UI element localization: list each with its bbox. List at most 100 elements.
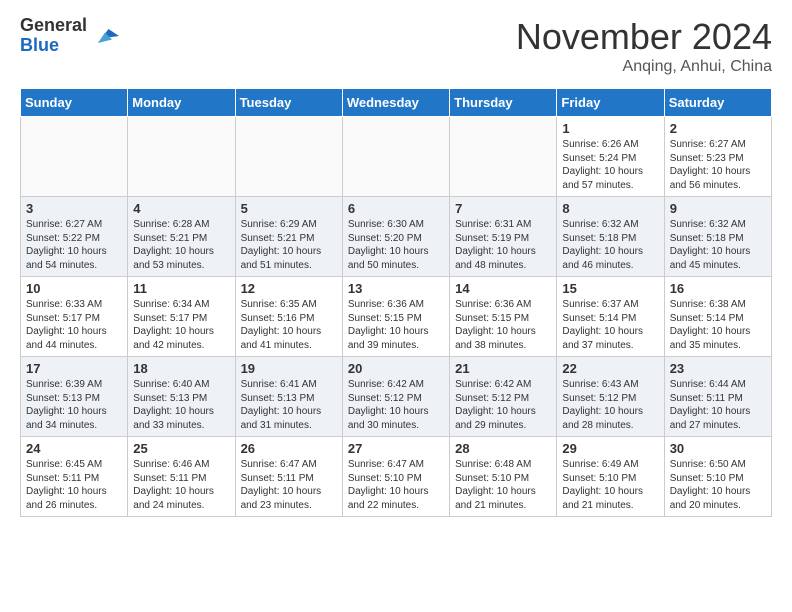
calendar-week-row: 24 Sunrise: 6:45 AM Sunset: 5:11 PM Dayli… xyxy=(21,437,772,517)
day-info: Sunrise: 6:30 AM Sunset: 5:20 PM Dayligh… xyxy=(348,218,444,272)
calendar-cell: 17 Sunrise: 6:39 AM Sunset: 5:13 PM Dayli… xyxy=(21,357,128,437)
col-monday: Monday xyxy=(128,89,235,117)
day-info: Sunrise: 6:27 AM Sunset: 5:23 PM Dayligh… xyxy=(670,138,766,192)
day-info: Sunrise: 6:39 AM Sunset: 5:13 PM Dayligh… xyxy=(26,378,122,432)
day-info: Sunrise: 6:32 AM Sunset: 5:18 PM Dayligh… xyxy=(670,218,766,272)
day-info: Sunrise: 6:40 AM Sunset: 5:13 PM Dayligh… xyxy=(133,378,229,432)
calendar-cell: 16Sunrise: 6:38 AM Sunset: 5:14 PM Dayli… xyxy=(664,277,771,357)
logo-bird-icon xyxy=(91,22,119,50)
calendar-cell: 2 Sunrise: 6:27 AM Sunset: 5:23 PM Daylig… xyxy=(664,117,771,197)
day-info: Sunrise: 6:33 AM Sunset: 5:17 PM Dayligh… xyxy=(26,298,122,352)
calendar-cell: 15Sunrise: 6:37 AM Sunset: 5:14 PM Dayli… xyxy=(557,277,664,357)
calendar-cell: 1 Sunrise: 6:26 AM Sunset: 5:24 PM Daylig… xyxy=(557,117,664,197)
calendar-cell: 19Sunrise: 6:41 AM Sunset: 5:13 PM Dayli… xyxy=(235,357,342,437)
col-sunday: Sunday xyxy=(21,89,128,117)
day-number: 29 xyxy=(562,441,658,456)
day-number: 1 xyxy=(562,121,658,136)
day-number: 22 xyxy=(562,361,658,376)
header: General Blue November 2024 Anqing, Anhui… xyxy=(20,16,772,76)
calendar-cell: 27 Sunrise: 6:47 AM Sunset: 5:10 PM Dayli… xyxy=(342,437,449,517)
calendar-cell: 3 Sunrise: 6:27 AM Sunset: 5:22 PM Daylig… xyxy=(21,197,128,277)
day-info: Sunrise: 6:50 AM Sunset: 5:10 PM Dayligh… xyxy=(670,458,766,512)
day-info: Sunrise: 6:48 AM Sunset: 5:10 PM Dayligh… xyxy=(455,458,551,512)
calendar-header-row: Sunday Monday Tuesday Wednesday Thursday… xyxy=(21,89,772,117)
day-info: Sunrise: 6:32 AM Sunset: 5:18 PM Dayligh… xyxy=(562,218,658,272)
day-info: Sunrise: 6:27 AM Sunset: 5:22 PM Dayligh… xyxy=(26,218,122,272)
calendar-cell: 20Sunrise: 6:42 AM Sunset: 5:12 PM Dayli… xyxy=(342,357,449,437)
day-number: 6 xyxy=(348,201,444,216)
day-number: 5 xyxy=(241,201,337,216)
calendar-cell: 21Sunrise: 6:42 AM Sunset: 5:12 PM Dayli… xyxy=(450,357,557,437)
calendar-cell xyxy=(21,117,128,197)
day-info: Sunrise: 6:41 AM Sunset: 5:13 PM Dayligh… xyxy=(241,378,337,432)
calendar-cell: 6 Sunrise: 6:30 AM Sunset: 5:20 PM Daylig… xyxy=(342,197,449,277)
day-info: Sunrise: 6:45 AM Sunset: 5:11 PM Dayligh… xyxy=(26,458,122,512)
day-info: Sunrise: 6:42 AM Sunset: 5:12 PM Dayligh… xyxy=(455,378,551,432)
logo-general: General xyxy=(20,16,87,36)
calendar-week-row: 3 Sunrise: 6:27 AM Sunset: 5:22 PM Daylig… xyxy=(21,197,772,277)
calendar-cell: 9 Sunrise: 6:32 AM Sunset: 5:18 PM Daylig… xyxy=(664,197,771,277)
day-number: 17 xyxy=(26,361,122,376)
calendar-cell: 10 Sunrise: 6:33 AM Sunset: 5:17 PM Dayli… xyxy=(21,277,128,357)
logo-text: General Blue xyxy=(20,16,87,56)
calendar-cell: 7 Sunrise: 6:31 AM Sunset: 5:19 PM Daylig… xyxy=(450,197,557,277)
calendar-cell: 30 Sunrise: 6:50 AM Sunset: 5:10 PM Dayli… xyxy=(664,437,771,517)
page: General Blue November 2024 Anqing, Anhui… xyxy=(0,0,792,533)
day-number: 13 xyxy=(348,281,444,296)
calendar-cell: 18 Sunrise: 6:40 AM Sunset: 5:13 PM Dayli… xyxy=(128,357,235,437)
day-number: 15 xyxy=(562,281,658,296)
day-info: Sunrise: 6:26 AM Sunset: 5:24 PM Dayligh… xyxy=(562,138,658,192)
day-info: Sunrise: 6:28 AM Sunset: 5:21 PM Dayligh… xyxy=(133,218,229,272)
day-number: 10 xyxy=(26,281,122,296)
calendar-cell xyxy=(450,117,557,197)
calendar-cell: 11 Sunrise: 6:34 AM Sunset: 5:17 PM Dayli… xyxy=(128,277,235,357)
day-info: Sunrise: 6:46 AM Sunset: 5:11 PM Dayligh… xyxy=(133,458,229,512)
day-number: 3 xyxy=(26,201,122,216)
day-number: 18 xyxy=(133,361,229,376)
calendar-week-row: 17 Sunrise: 6:39 AM Sunset: 5:13 PM Dayli… xyxy=(21,357,772,437)
calendar-cell: 8 Sunrise: 6:32 AM Sunset: 5:18 PM Daylig… xyxy=(557,197,664,277)
day-number: 4 xyxy=(133,201,229,216)
calendar-cell: 28Sunrise: 6:48 AM Sunset: 5:10 PM Dayli… xyxy=(450,437,557,517)
day-info: Sunrise: 6:35 AM Sunset: 5:16 PM Dayligh… xyxy=(241,298,337,352)
day-info: Sunrise: 6:43 AM Sunset: 5:12 PM Dayligh… xyxy=(562,378,658,432)
calendar-cell: 12Sunrise: 6:35 AM Sunset: 5:16 PM Dayli… xyxy=(235,277,342,357)
day-number: 30 xyxy=(670,441,766,456)
day-number: 2 xyxy=(670,121,766,136)
day-info: Sunrise: 6:44 AM Sunset: 5:11 PM Dayligh… xyxy=(670,378,766,432)
day-number: 7 xyxy=(455,201,551,216)
day-number: 9 xyxy=(670,201,766,216)
calendar-cell: 25 Sunrise: 6:46 AM Sunset: 5:11 PM Dayli… xyxy=(128,437,235,517)
day-number: 24 xyxy=(26,441,122,456)
day-number: 11 xyxy=(133,281,229,296)
day-number: 14 xyxy=(455,281,551,296)
day-number: 25 xyxy=(133,441,229,456)
col-friday: Friday xyxy=(557,89,664,117)
col-thursday: Thursday xyxy=(450,89,557,117)
calendar-week-row: 10 Sunrise: 6:33 AM Sunset: 5:17 PM Dayli… xyxy=(21,277,772,357)
calendar-week-row: 1 Sunrise: 6:26 AM Sunset: 5:24 PM Daylig… xyxy=(21,117,772,197)
day-number: 20 xyxy=(348,361,444,376)
calendar-cell: 26Sunrise: 6:47 AM Sunset: 5:11 PM Dayli… xyxy=(235,437,342,517)
calendar-table: Sunday Monday Tuesday Wednesday Thursday… xyxy=(20,88,772,517)
day-number: 27 xyxy=(348,441,444,456)
day-info: Sunrise: 6:47 AM Sunset: 5:10 PM Dayligh… xyxy=(348,458,444,512)
month-title: November 2024 xyxy=(516,16,772,58)
logo-blue: Blue xyxy=(20,36,87,56)
day-number: 16 xyxy=(670,281,766,296)
day-number: 23 xyxy=(670,361,766,376)
calendar-cell: 24 Sunrise: 6:45 AM Sunset: 5:11 PM Dayli… xyxy=(21,437,128,517)
day-info: Sunrise: 6:34 AM Sunset: 5:17 PM Dayligh… xyxy=(133,298,229,352)
calendar-cell: 5Sunrise: 6:29 AM Sunset: 5:21 PM Daylig… xyxy=(235,197,342,277)
calendar-cell xyxy=(235,117,342,197)
day-info: Sunrise: 6:36 AM Sunset: 5:15 PM Dayligh… xyxy=(348,298,444,352)
day-number: 8 xyxy=(562,201,658,216)
calendar-cell: 22 Sunrise: 6:43 AM Sunset: 5:12 PM Dayli… xyxy=(557,357,664,437)
col-tuesday: Tuesday xyxy=(235,89,342,117)
calendar-cell xyxy=(342,117,449,197)
location: Anqing, Anhui, China xyxy=(516,58,772,76)
calendar-cell: 14Sunrise: 6:36 AM Sunset: 5:15 PM Dayli… xyxy=(450,277,557,357)
col-saturday: Saturday xyxy=(664,89,771,117)
day-number: 26 xyxy=(241,441,337,456)
day-info: Sunrise: 6:31 AM Sunset: 5:19 PM Dayligh… xyxy=(455,218,551,272)
